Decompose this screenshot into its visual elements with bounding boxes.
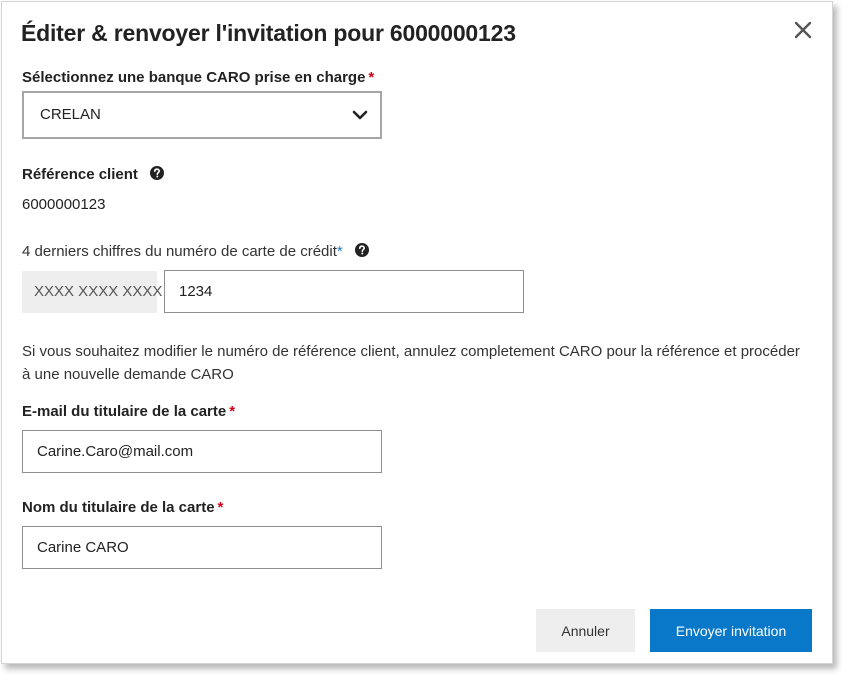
reference-change-info: Si vous souhaitez modifier le numéro de … <box>22 343 800 383</box>
edit-invitation-dialog: Éditer & renvoyer l'invitation pour 6000… <box>1 1 833 664</box>
close-icon[interactable] <box>791 18 815 42</box>
holder-name-field[interactable] <box>22 526 382 569</box>
card-last-digits-input[interactable] <box>164 270 524 313</box>
card-digits-label-text: 4 derniers chiffres du numéro de carte d… <box>22 243 337 260</box>
bank-select-label: Sélectionnez une banque CARO prise en ch… <box>22 69 374 86</box>
question-circle-icon[interactable] <box>150 166 165 181</box>
dialog-title: Éditer & renvoyer l'invitation pour 6000… <box>21 20 516 46</box>
card-number-prefix-text: XXXX XXXX XXXX <box>34 283 163 300</box>
bank-select[interactable]: CRELAN <box>22 91 382 139</box>
cancel-button[interactable]: Annuler <box>536 609 635 652</box>
email-label-text: E-mail du titulaire de la carte <box>22 403 227 420</box>
holder-name-label-text: Nom du titulaire de la carte <box>22 499 215 516</box>
required-asterisk: * <box>229 403 236 420</box>
question-circle-icon[interactable] <box>354 243 369 258</box>
holder-name-label: Nom du titulaire de la carte * <box>22 499 223 516</box>
send-invitation-button[interactable]: Envoyer invitation <box>650 609 812 652</box>
bank-select-value: CRELAN <box>40 106 101 123</box>
required-asterisk: * <box>336 243 343 260</box>
email-label: E-mail du titulaire de la carte * <box>22 403 235 420</box>
chevron-down-icon <box>352 110 368 120</box>
reference-label: Référence client <box>22 166 165 183</box>
required-asterisk: * <box>368 69 375 86</box>
reference-label-text: Référence client <box>22 166 138 183</box>
bank-select-label-text: Sélectionnez une banque CARO prise en ch… <box>22 69 366 86</box>
reference-value: 6000000123 <box>22 196 106 213</box>
email-field[interactable] <box>22 430 382 473</box>
card-digits-label: 4 derniers chiffres du numéro de carte d… <box>22 243 369 260</box>
card-number-prefix: XXXX XXXX XXXX <box>22 271 162 313</box>
required-asterisk: * <box>217 499 224 516</box>
